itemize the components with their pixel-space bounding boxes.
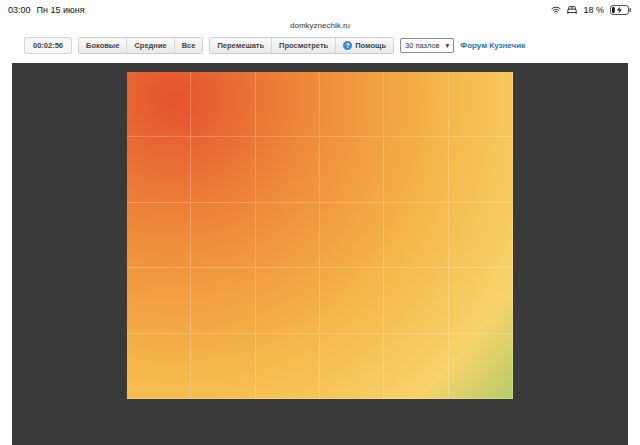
help-button[interactable]: ?Помощь	[335, 38, 393, 53]
puzzle-piece[interactable]	[256, 72, 320, 137]
puzzle-piece[interactable]	[127, 203, 191, 268]
puzzle-piece[interactable]	[449, 268, 513, 333]
puzzle-piece[interactable]	[320, 268, 384, 333]
puzzle-piece[interactable]	[127, 137, 191, 202]
filter-button[interactable]: Боковые	[79, 38, 126, 53]
forum-link[interactable]: Форум Кузнечик	[460, 41, 525, 50]
puzzle-piece[interactable]	[191, 137, 255, 202]
puzzle-piece[interactable]	[384, 203, 448, 268]
wifi-icon	[551, 5, 561, 15]
action-button[interactable]: Перемешать	[210, 38, 271, 53]
toolbar: 00:02:56 БоковыеСредниеВсе ПеремешатьПросм…	[0, 32, 640, 58]
date: Пн 15 июня	[37, 5, 85, 15]
puzzle-piece[interactable]	[320, 72, 384, 137]
puzzle-piece[interactable]	[256, 203, 320, 268]
puzzle-piece[interactable]	[384, 137, 448, 202]
puzzle-piece[interactable]	[384, 268, 448, 333]
battery-icon	[610, 5, 632, 15]
timer: 00:02:56	[24, 37, 72, 54]
puzzle-piece[interactable]	[191, 334, 255, 399]
filter-button[interactable]: Все	[174, 38, 203, 53]
puzzle-piece[interactable]	[256, 137, 320, 202]
action-button[interactable]: Просмотреть	[271, 38, 335, 53]
puzzle-piece[interactable]	[320, 137, 384, 202]
puzzle-piece[interactable]	[384, 334, 448, 399]
puzzle-piece[interactable]	[384, 72, 448, 137]
battery-percent: 18 %	[583, 5, 604, 15]
puzzle-piece[interactable]	[449, 203, 513, 268]
dropdown-icon: ▾	[446, 41, 450, 50]
time: 03:00	[8, 5, 31, 15]
puzzle-piece[interactable]	[449, 137, 513, 202]
puzzle-piece[interactable]	[191, 72, 255, 137]
page: 03:00 Пн 15 июня 18 % domkyznechik.ru 00:02:…	[0, 0, 640, 445]
filter-group: БоковыеСредниеВсе	[78, 37, 203, 54]
puzzle-piece[interactable]	[191, 203, 255, 268]
filter-button[interactable]: Средние	[126, 38, 173, 53]
puzzle-piece[interactable]	[127, 72, 191, 137]
puzzle-piece[interactable]	[449, 334, 513, 399]
action-group: ПеремешатьПросмотреть?Помощь	[209, 37, 394, 54]
puzzle-piece[interactable]	[256, 268, 320, 333]
help-icon: ?	[343, 41, 352, 50]
puzzle-piece[interactable]	[320, 203, 384, 268]
puzzle-stage	[12, 63, 628, 445]
status-bar: 03:00 Пн 15 июня 18 %	[0, 0, 640, 18]
puzzle-piece[interactable]	[191, 268, 255, 333]
puzzle-piece[interactable]	[127, 334, 191, 399]
puzzle-board	[127, 72, 513, 399]
puzzle-piece[interactable]	[320, 334, 384, 399]
pieces-select[interactable]: 30 пазлов▾	[400, 38, 454, 53]
puzzle-piece[interactable]	[256, 334, 320, 399]
puzzle-piece[interactable]	[449, 72, 513, 137]
address-bar[interactable]: domkyznechik.ru	[0, 18, 640, 32]
puzzle-piece[interactable]	[127, 268, 191, 333]
url: domkyznechik.ru	[290, 21, 350, 30]
sleep-icon	[567, 5, 577, 15]
